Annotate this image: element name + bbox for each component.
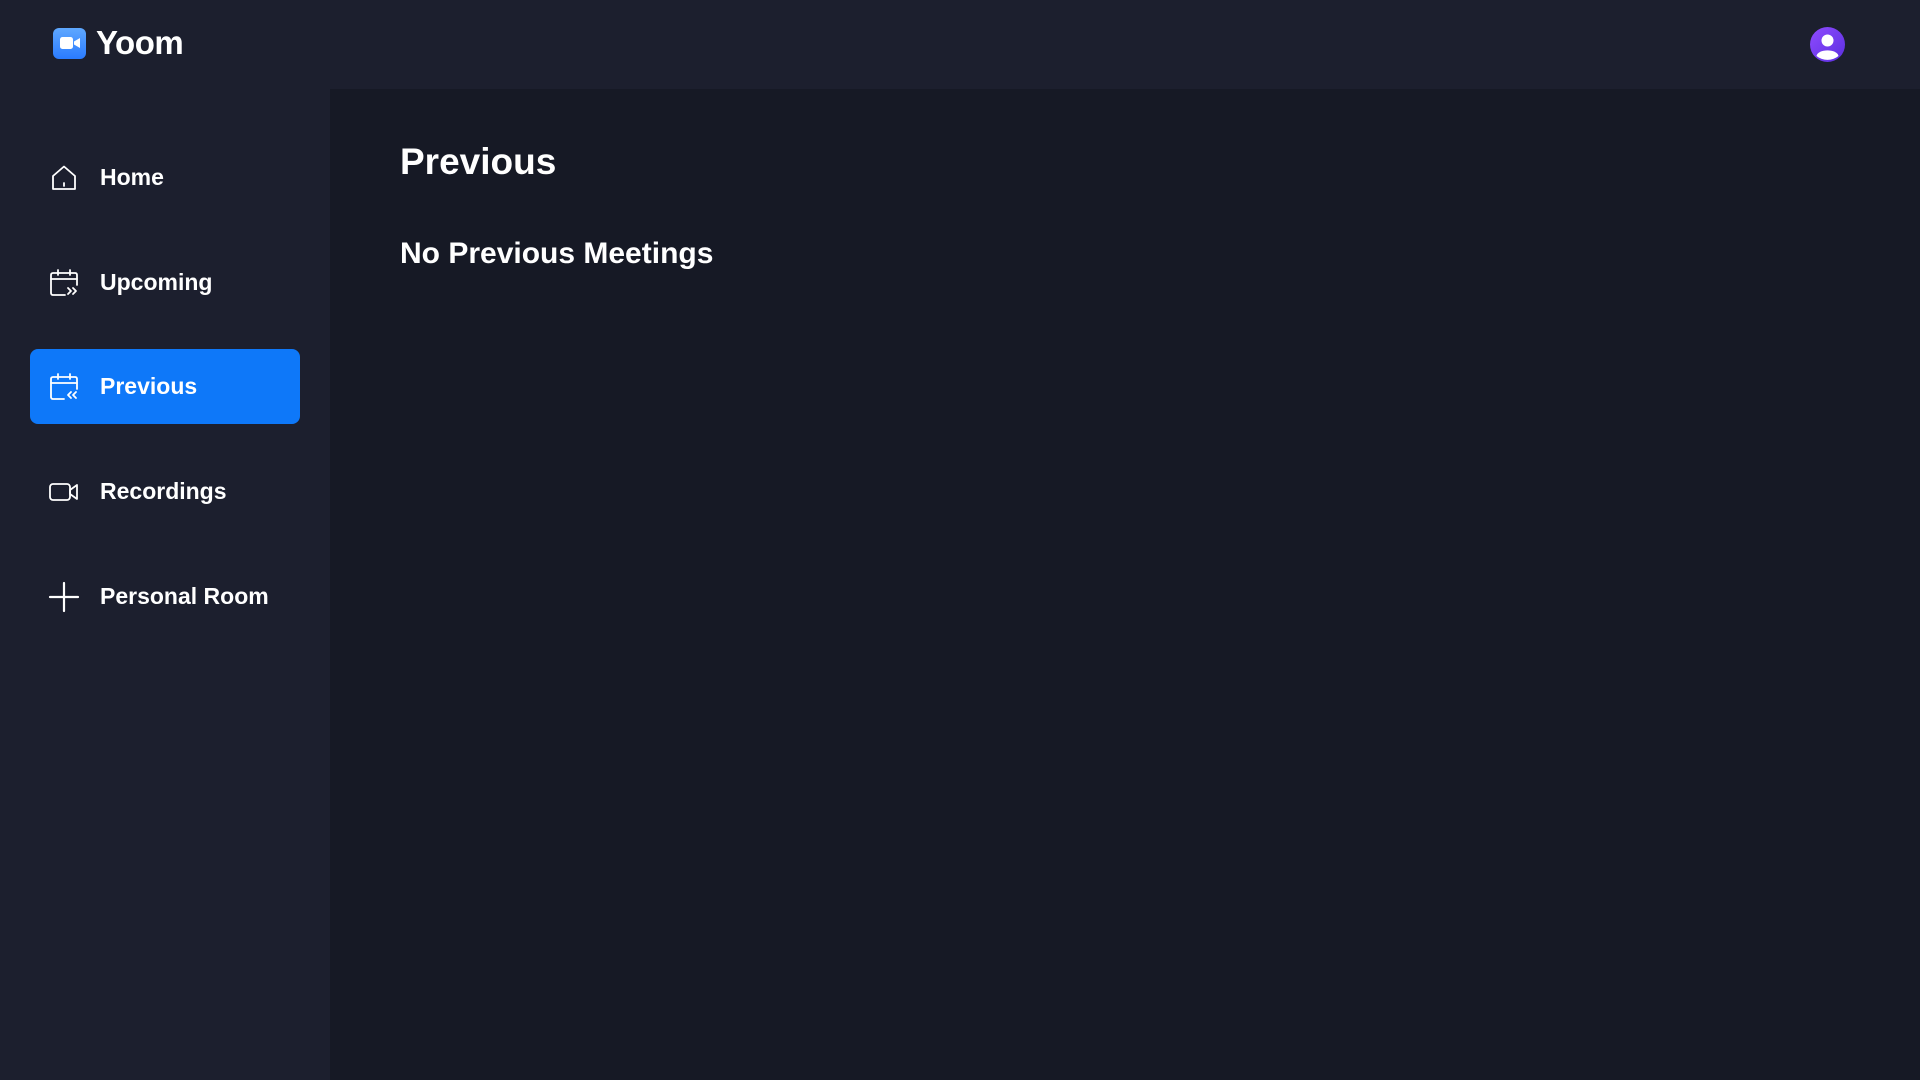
sidebar-item-recordings[interactable]: Recordings xyxy=(30,454,300,529)
user-avatar-button[interactable] xyxy=(1810,27,1845,62)
video-camera-icon xyxy=(53,27,86,59)
user-avatar-icon xyxy=(1816,34,1839,60)
home-icon xyxy=(48,162,80,194)
sidebar-item-label: Previous xyxy=(100,373,198,399)
brand-name: Yoom xyxy=(96,24,184,61)
plus-icon xyxy=(48,581,80,613)
sidebar: Home Upcoming Previous Recordings Person… xyxy=(0,89,330,1080)
empty-state-message: No Previous Meetings xyxy=(400,237,714,270)
sidebar-item-home[interactable]: Home xyxy=(30,140,300,215)
main-content: Previous No Previous Meetings xyxy=(330,89,1920,1080)
sidebar-item-label: Upcoming xyxy=(100,269,213,295)
sidebar-item-label: Personal Room xyxy=(100,583,269,609)
brand-logo-link[interactable]: Yoom xyxy=(53,24,184,61)
sidebar-item-label: Home xyxy=(100,164,164,190)
sidebar-item-previous[interactable]: Previous xyxy=(30,349,300,424)
calendar-back-icon xyxy=(48,371,80,403)
top-navbar: Yoom xyxy=(0,0,1920,89)
page-title: Previous xyxy=(400,141,557,182)
video-icon xyxy=(48,476,80,508)
calendar-forward-icon xyxy=(48,267,80,299)
sidebar-item-upcoming[interactable]: Upcoming xyxy=(30,245,300,320)
sidebar-item-label: Recordings xyxy=(100,478,227,504)
sidebar-item-personal-room[interactable]: Personal Room xyxy=(30,559,300,634)
